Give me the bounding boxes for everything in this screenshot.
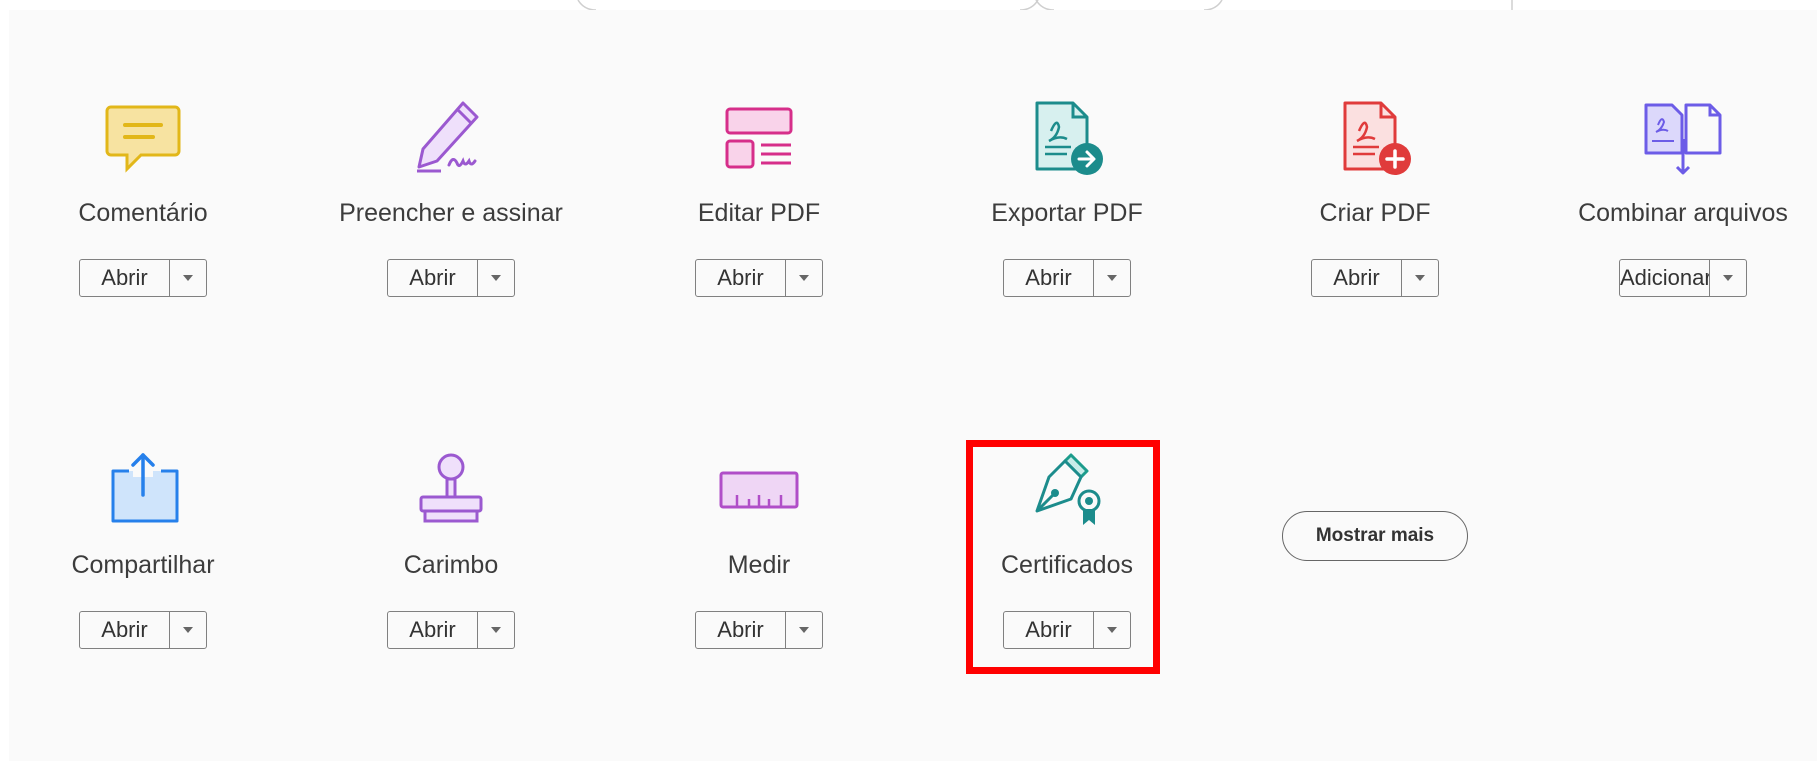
- dropdown-toggle[interactable]: [786, 260, 822, 296]
- open-button[interactable]: Abrir: [388, 260, 478, 296]
- open-split-button: Abrir: [79, 259, 207, 297]
- create-pdf-icon[interactable]: [1330, 94, 1420, 184]
- tool-label: Compartilhar: [71, 551, 215, 579]
- open-button[interactable]: Abrir: [388, 612, 478, 648]
- combine-files-icon[interactable]: [1638, 94, 1728, 184]
- dropdown-toggle[interactable]: [1402, 260, 1438, 296]
- tool-comment: Comentário Abrir: [43, 94, 243, 334]
- tool-edit-pdf: Editar PDF Abrir: [659, 94, 859, 334]
- chevron-down-icon: [1415, 275, 1425, 281]
- chevron-down-icon: [1107, 275, 1117, 281]
- comment-icon[interactable]: [98, 94, 188, 184]
- open-split-button: Abrir: [79, 611, 207, 649]
- dropdown-toggle[interactable]: [1094, 260, 1130, 296]
- open-split-button: Abrir: [387, 259, 515, 297]
- tool-label: Preencher e assinar: [339, 199, 563, 227]
- open-button[interactable]: Abrir: [80, 612, 170, 648]
- tool-label: Medir: [727, 551, 791, 579]
- export-pdf-icon[interactable]: [1022, 94, 1112, 184]
- tool-label: Combinar arquivos: [1578, 199, 1788, 227]
- open-button[interactable]: Abrir: [80, 260, 170, 296]
- chevron-down-icon: [1723, 275, 1733, 281]
- dropdown-toggle[interactable]: [1710, 260, 1746, 296]
- chevron-down-icon: [183, 275, 193, 281]
- tool-label: Exportar PDF: [991, 199, 1143, 227]
- chevron-down-icon: [491, 627, 501, 633]
- open-button[interactable]: Abrir: [1312, 260, 1402, 296]
- open-button[interactable]: Abrir: [696, 612, 786, 648]
- dropdown-toggle[interactable]: [170, 260, 206, 296]
- open-button[interactable]: Abrir: [1004, 260, 1094, 296]
- open-split-button: Abrir: [695, 611, 823, 649]
- dropdown-toggle[interactable]: [478, 260, 514, 296]
- tool-combine-files: Combinar arquivos Adicionar: [1578, 94, 1788, 334]
- tool-share: Compartilhar Abrir: [43, 446, 243, 686]
- open-split-button: Abrir: [1311, 259, 1439, 297]
- edit-pdf-icon[interactable]: [714, 94, 804, 184]
- open-button[interactable]: Abrir: [696, 260, 786, 296]
- open-split-button: Abrir: [1003, 259, 1131, 297]
- show-more-button[interactable]: Mostrar mais: [1282, 511, 1468, 561]
- highlight-box: [966, 440, 1160, 674]
- tool-measure: Medir Abrir: [659, 446, 859, 686]
- chevron-down-icon: [491, 275, 501, 281]
- tool-stamp: Carimbo Abrir: [351, 446, 551, 686]
- share-icon[interactable]: [98, 446, 188, 536]
- add-button[interactable]: Adicionar: [1620, 260, 1710, 296]
- tool-label: Carimbo: [403, 551, 499, 579]
- open-split-button: Abrir: [695, 259, 823, 297]
- dropdown-toggle[interactable]: [786, 612, 822, 648]
- fill-sign-icon[interactable]: [406, 94, 496, 184]
- stamp-icon[interactable]: [406, 446, 496, 536]
- measure-icon[interactable]: [714, 446, 804, 536]
- chevron-down-icon: [799, 627, 809, 633]
- tool-fill-sign: Preencher e assinar Abrir: [339, 94, 563, 334]
- open-split-button: Abrir: [387, 611, 515, 649]
- tool-export-pdf: Exportar PDF Abrir: [967, 94, 1167, 334]
- tool-label: Comentário: [78, 199, 208, 227]
- tools-panel: [9, 10, 1817, 761]
- dropdown-toggle[interactable]: [170, 612, 206, 648]
- add-split-button: Adicionar: [1619, 259, 1747, 297]
- chevron-down-icon: [799, 275, 809, 281]
- chevron-down-icon: [183, 627, 193, 633]
- tool-label: Criar PDF: [1319, 199, 1431, 227]
- dropdown-toggle[interactable]: [478, 612, 514, 648]
- tool-label: Editar PDF: [697, 199, 821, 227]
- tool-create-pdf: Criar PDF Abrir: [1275, 94, 1475, 334]
